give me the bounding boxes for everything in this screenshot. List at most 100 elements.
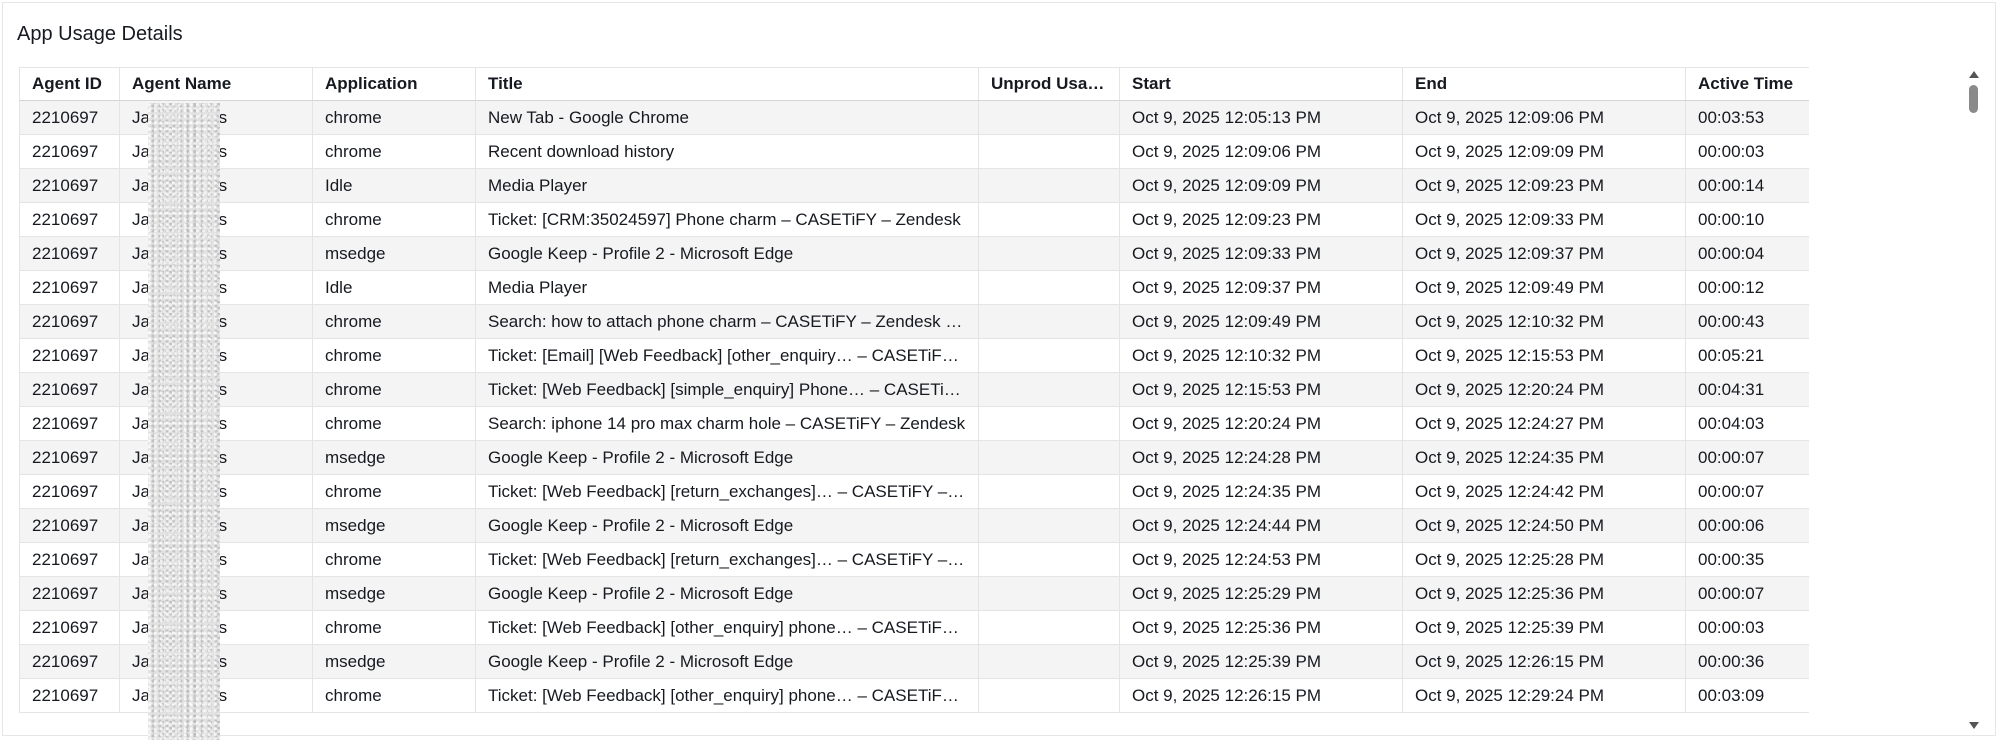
cell-title: Google Keep - Profile 2 - Microsoft Edge — [475, 644, 979, 679]
cell-agent-id: 2210697 — [19, 576, 120, 611]
table-row[interactable]: 2210697JayresmsedgeGoogle Keep - Profile… — [19, 508, 1809, 543]
table-row[interactable]: 2210697JayresmsedgeGoogle Keep - Profile… — [19, 644, 1809, 679]
cell-application: chrome — [312, 202, 476, 237]
table-row[interactable]: 2210697JayreschromeTicket: [CRM:35024597… — [19, 202, 1809, 237]
cell-active-time: 00:00:03 — [1685, 134, 1809, 169]
cell-active-time: 00:00:35 — [1685, 542, 1809, 577]
table-row[interactable]: 2210697JayreschromeTicket: [Web Feedback… — [19, 542, 1809, 577]
cell-start: Oct 9, 2025 12:25:39 PM — [1119, 644, 1403, 679]
cell-agent-id: 2210697 — [19, 338, 120, 373]
scroll-up-arrow-icon[interactable] — [1969, 71, 1979, 78]
cell-active-time: 00:00:07 — [1685, 440, 1809, 475]
cell-unprod-usage — [978, 678, 1120, 713]
cell-start: Oct 9, 2025 12:09:33 PM — [1119, 236, 1403, 271]
cell-end: Oct 9, 2025 12:29:24 PM — [1402, 678, 1686, 713]
column-header-agent-name[interactable]: Agent Name — [119, 67, 313, 101]
cell-start: Oct 9, 2025 12:26:15 PM — [1119, 678, 1403, 713]
cell-title: Ticket: [CRM:35024597] Phone charm – CAS… — [475, 202, 979, 237]
cell-application: chrome — [312, 338, 476, 373]
cell-agent-id: 2210697 — [19, 270, 120, 305]
cell-end: Oct 9, 2025 12:26:15 PM — [1402, 644, 1686, 679]
table-row[interactable]: 2210697JayreschromeTicket: [Web Feedback… — [19, 372, 1809, 407]
table-row[interactable]: 2210697JayreschromeNew Tab - Google Chro… — [19, 100, 1809, 135]
panel-title: App Usage Details — [17, 23, 183, 45]
cell-title: Ticket: [Web Feedback] [other_enquiry] p… — [475, 610, 979, 645]
cell-unprod-usage — [978, 134, 1120, 169]
cell-unprod-usage — [978, 270, 1120, 305]
column-header-start[interactable]: Start — [1119, 67, 1403, 101]
vertical-scrollbar[interactable] — [1965, 69, 1987, 731]
column-header-title[interactable]: Title — [475, 67, 979, 101]
cell-agent-id: 2210697 — [19, 644, 120, 679]
table-row[interactable]: 2210697JayreschromeTicket: [Email] [Web … — [19, 338, 1809, 373]
cell-title: Recent download history — [475, 134, 979, 169]
scroll-down-arrow-icon[interactable] — [1969, 722, 1979, 729]
cell-start: Oct 9, 2025 12:20:24 PM — [1119, 406, 1403, 441]
cell-active-time: 00:00:43 — [1685, 304, 1809, 339]
column-header-application[interactable]: Application — [312, 67, 476, 101]
cell-unprod-usage — [978, 508, 1120, 543]
cell-agent-id: 2210697 — [19, 100, 120, 135]
cell-title: New Tab - Google Chrome — [475, 100, 979, 135]
table-row[interactable]: 2210697JayreschromeTicket: [Web Feedback… — [19, 474, 1809, 509]
cell-application: chrome — [312, 406, 476, 441]
cell-end: Oct 9, 2025 12:24:42 PM — [1402, 474, 1686, 509]
cell-agent-id: 2210697 — [19, 168, 120, 203]
cell-active-time: 00:04:03 — [1685, 406, 1809, 441]
cell-agent-id: 2210697 — [19, 678, 120, 713]
cell-start: Oct 9, 2025 12:24:35 PM — [1119, 474, 1403, 509]
cell-application: chrome — [312, 678, 476, 713]
cell-title: Search: how to attach phone charm – CASE… — [475, 304, 979, 339]
cell-agent-id: 2210697 — [19, 134, 120, 169]
scrollbar-thumb[interactable] — [1969, 85, 1978, 113]
cell-unprod-usage — [978, 406, 1120, 441]
table-row[interactable]: 2210697JayresmsedgeGoogle Keep - Profile… — [19, 576, 1809, 611]
cell-application: msedge — [312, 644, 476, 679]
cell-start: Oct 9, 2025 12:09:49 PM — [1119, 304, 1403, 339]
cell-end: Oct 9, 2025 12:24:35 PM — [1402, 440, 1686, 475]
table-row[interactable]: 2210697JayreschromeTicket: [Web Feedback… — [19, 678, 1809, 713]
cell-application: chrome — [312, 542, 476, 577]
table-row[interactable]: 2210697JayreschromeRecent download histo… — [19, 134, 1809, 169]
cell-title: Google Keep - Profile 2 - Microsoft Edge — [475, 576, 979, 611]
table-row[interactable]: 2210697JayresIdleMedia PlayerOct 9, 2025… — [19, 168, 1809, 203]
cell-active-time: 00:05:21 — [1685, 338, 1809, 373]
table-row[interactable]: 2210697JayresIdleMedia PlayerOct 9, 2025… — [19, 270, 1809, 305]
cell-end: Oct 9, 2025 12:25:39 PM — [1402, 610, 1686, 645]
cell-agent-id: 2210697 — [19, 202, 120, 237]
cell-start: Oct 9, 2025 12:10:32 PM — [1119, 338, 1403, 373]
cell-start: Oct 9, 2025 12:24:53 PM — [1119, 542, 1403, 577]
cell-active-time: 00:00:06 — [1685, 508, 1809, 543]
cell-unprod-usage — [978, 338, 1120, 373]
cell-start: Oct 9, 2025 12:24:44 PM — [1119, 508, 1403, 543]
cell-start: Oct 9, 2025 12:09:37 PM — [1119, 270, 1403, 305]
column-header-agent-id[interactable]: Agent ID — [19, 67, 120, 101]
cell-start: Oct 9, 2025 12:24:28 PM — [1119, 440, 1403, 475]
table-body: 2210697JayreschromeNew Tab - Google Chro… — [19, 100, 1809, 713]
table-header-row: Agent ID Agent Name Application Title Unprod… — [19, 67, 1809, 101]
cell-active-time: 00:03:09 — [1685, 678, 1809, 713]
cell-unprod-usage — [978, 304, 1120, 339]
cell-unprod-usage — [978, 440, 1120, 475]
cell-end: Oct 9, 2025 12:25:36 PM — [1402, 576, 1686, 611]
cell-active-time: 00:00:36 — [1685, 644, 1809, 679]
column-header-end[interactable]: End — [1402, 67, 1686, 101]
cell-end: Oct 9, 2025 12:10:32 PM — [1402, 304, 1686, 339]
cell-title: Ticket: [Email] [Web Feedback] [other_en… — [475, 338, 979, 373]
cell-end: Oct 9, 2025 12:09:09 PM — [1402, 134, 1686, 169]
table-row[interactable]: 2210697JayreschromeSearch: iphone 14 pro… — [19, 406, 1809, 441]
app-usage-table-container[interactable]: Agent ID Agent Name Application Title Unprod… — [19, 67, 1809, 731]
table-row[interactable]: 2210697JayresmsedgeGoogle Keep - Profile… — [19, 236, 1809, 271]
table-row[interactable]: 2210697JayreschromeTicket: [Web Feedback… — [19, 610, 1809, 645]
column-header-active-time[interactable]: Active Time — [1685, 67, 1809, 101]
cell-agent-id: 2210697 — [19, 610, 120, 645]
cell-active-time: 00:00:10 — [1685, 202, 1809, 237]
cell-agent-id: 2210697 — [19, 406, 120, 441]
app-usage-table: Agent ID Agent Name Application Title Unprod… — [19, 67, 1809, 713]
cell-end: Oct 9, 2025 12:24:50 PM — [1402, 508, 1686, 543]
table-row[interactable]: 2210697JayresmsedgeGoogle Keep - Profile… — [19, 440, 1809, 475]
column-header-unprod-usage[interactable]: Unprod Usage — [978, 67, 1120, 101]
cell-start: Oct 9, 2025 12:09:23 PM — [1119, 202, 1403, 237]
cell-title: Google Keep - Profile 2 - Microsoft Edge — [475, 440, 979, 475]
table-row[interactable]: 2210697JayreschromeSearch: how to attach… — [19, 304, 1809, 339]
